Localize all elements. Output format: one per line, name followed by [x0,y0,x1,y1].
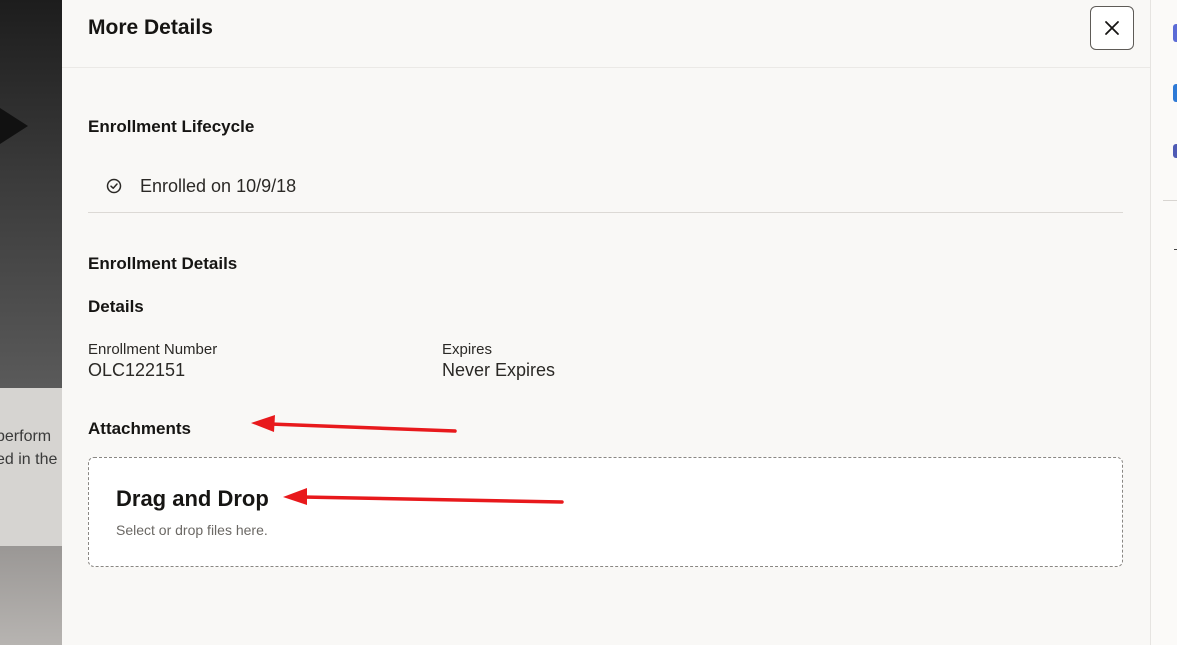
background-text-line: ed in the [0,451,58,468]
right-side-strip [1150,0,1177,645]
expires-value: Never Expires [442,360,556,380]
details-subheading: Details [88,297,144,316]
section-divider [88,212,1123,213]
close-icon [1105,21,1119,35]
drawer-title: More Details [88,16,213,39]
background-video [0,0,62,388]
lifecycle-status: Enrolled on 10/9/18 [106,174,296,198]
attachments-heading: Attachments [88,419,191,438]
expires-label: Expires [442,341,493,358]
side-divider [1163,200,1177,201]
enrollment-number-value: OLC122151 [88,360,186,380]
play-icon [0,108,28,144]
more-details-drawer: More Details Enrollment Lifecycle Enroll… [62,0,1150,645]
file-dropzone[interactable]: Drag and Drop Select or drop files here. [88,457,1123,567]
team-icon[interactable] [1173,144,1177,158]
background-text-line: perform [0,428,52,445]
enrollment-number-label: Enrollment Number [88,341,218,358]
chat-icon[interactable] [1173,84,1177,102]
check-circle-icon [106,178,122,194]
dropzone-title: Drag and Drop [116,486,269,511]
drawer-header: More Details [62,0,1150,68]
close-button[interactable] [1090,6,1134,50]
app-icon[interactable] [1173,24,1177,42]
lifecycle-status-text: Enrolled on 10/9/18 [140,175,297,196]
dropzone-hint: Select or drop files here. [116,522,268,538]
background-page: perform ed in the [0,0,62,645]
background-image [0,546,62,645]
lifecycle-heading: Enrollment Lifecycle [88,117,255,136]
background-text-area: perform ed in the [0,388,62,546]
enrollment-details-heading: Enrollment Details [88,254,238,273]
